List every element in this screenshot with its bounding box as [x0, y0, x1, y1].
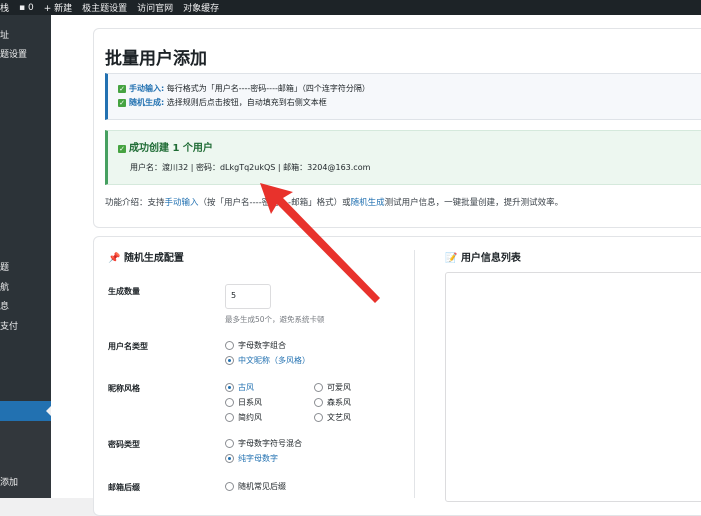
- new-link[interactable]: + 新建: [44, 1, 72, 14]
- manual-text: 每行格式为「用户名----密码----邮箱」（四个连字符分隔）: [166, 84, 370, 93]
- config-title-text: 随机生成配置: [123, 253, 184, 264]
- username-type-label: 用户名类型: [108, 342, 148, 351]
- info-box: ✓ 手动输入: 每行格式为「用户名----密码----邮箱」（四个连字符分隔） ✓…: [105, 73, 701, 120]
- manual-label: 手动输入:: [129, 84, 165, 93]
- list-title-text: 用户信息列表: [460, 253, 521, 264]
- manual-input-link[interactable]: 手动输入: [165, 198, 199, 208]
- option-label: 随机常见后缀: [238, 482, 286, 491]
- radio-icon: [225, 341, 234, 350]
- radio-username-chinese[interactable]: 中文昵称（多风格）: [225, 355, 310, 366]
- option-label: 中文昵称（多风格）: [238, 356, 310, 365]
- random-label: 随机生成:: [129, 98, 165, 107]
- radio-icon: [225, 439, 234, 448]
- password-type-label: 密码类型: [108, 440, 140, 449]
- random-text: 选择规则后点击按钮，自动填充到右侧文本框: [166, 98, 327, 107]
- user-list-textarea[interactable]: [445, 272, 701, 502]
- red-arrow-annotation: [260, 183, 380, 303]
- count-hint: 最多生成50个，避免系统卡顿: [225, 315, 325, 324]
- radio-style-forest[interactable]: 森系风: [314, 397, 351, 408]
- radio-style-simple[interactable]: 简约风: [225, 412, 262, 423]
- sidebar-item[interactable]: 题设置: [0, 47, 27, 60]
- radio-checked-icon: [225, 454, 234, 463]
- radio-style-literary[interactable]: 文艺风: [314, 412, 351, 423]
- option-label: 可爱风: [327, 383, 351, 392]
- site-name[interactable]: 栈: [0, 1, 9, 14]
- radio-icon: [225, 482, 234, 491]
- theme-settings-link[interactable]: 极主题设置: [82, 1, 127, 14]
- success-notice: ✓ 成功创建 1 个用户 用户名：渡川32 | 密码：dLkgTq2ukQS | …: [105, 130, 701, 185]
- created-user-detail: 用户名：渡川32 | 密码：dLkgTq2ukQS | 邮箱：3204@163.…: [130, 163, 371, 172]
- option-label: 日系风: [238, 398, 262, 407]
- object-cache-link[interactable]: 对象缓存: [183, 1, 219, 14]
- radio-checked-icon: [225, 356, 234, 365]
- radio-password-alnum[interactable]: 纯字母数字: [225, 453, 278, 464]
- radio-icon: [314, 398, 323, 407]
- sidebar-subitem[interactable]: 添加: [0, 475, 18, 488]
- sidebar-item[interactable]: 址: [0, 28, 9, 41]
- page-title: 批量用户添加: [105, 49, 207, 69]
- sidebar-item[interactable]: 息: [0, 299, 9, 312]
- radio-icon: [314, 383, 323, 392]
- option-label: 字母数字符号混合: [238, 439, 302, 448]
- option-label: 简约风: [238, 413, 262, 422]
- radio-style-cute[interactable]: 可爱风: [314, 382, 351, 393]
- option-label: 纯字母数字: [238, 454, 278, 463]
- check-icon: ✓: [118, 145, 126, 153]
- comment-count: 0: [27, 2, 34, 13]
- list-title: 📝 用户信息列表: [445, 249, 521, 264]
- sidebar-item[interactable]: 题: [0, 260, 9, 273]
- success-title: 成功创建 1 个用户: [129, 143, 213, 154]
- radio-checked-icon: [225, 383, 234, 392]
- radio-username-alnum[interactable]: 字母数字组合: [225, 340, 286, 351]
- radio-style-ancient[interactable]: 古风: [225, 382, 254, 393]
- divider: [414, 250, 415, 498]
- nickname-style-label: 昵称风格: [108, 384, 140, 393]
- check-icon: ✓: [118, 85, 126, 93]
- email-suffix-label: 邮箱后缀: [108, 483, 140, 492]
- admin-sidebar: 址 题设置 题 航 息 支付 添加: [0, 15, 51, 498]
- option-label: 文艺风: [327, 413, 351, 422]
- radio-style-japanese[interactable]: 日系风: [225, 397, 262, 408]
- option-label: 字母数字组合: [238, 341, 286, 350]
- radio-email-random[interactable]: 随机常见后缀: [225, 481, 286, 492]
- check-icon: ✓: [118, 99, 126, 107]
- count-label: 生成数量: [108, 287, 140, 296]
- sidebar-item[interactable]: 航: [0, 280, 9, 293]
- visit-site-link[interactable]: 访问官网: [137, 1, 173, 14]
- pin-icon: 📌: [108, 253, 121, 264]
- radio-icon: [225, 398, 234, 407]
- radio-icon: [314, 413, 323, 422]
- comments-link[interactable]: ▪ 0: [19, 3, 34, 13]
- sidebar-current-item[interactable]: [0, 401, 51, 421]
- config-title: 📌 随机生成配置: [108, 249, 184, 264]
- option-label: 森系风: [327, 398, 351, 407]
- radio-icon: [225, 413, 234, 422]
- admin-bar: 栈 ▪ 0 + 新建 极主题设置 访问官网 对象缓存: [0, 0, 701, 15]
- sidebar-item[interactable]: 支付: [0, 319, 18, 332]
- option-label: 古风: [238, 383, 254, 392]
- memo-icon: 📝: [445, 253, 458, 264]
- intro-text: 功能介绍：支持: [105, 198, 165, 208]
- radio-password-mixed[interactable]: 字母数字符号混合: [225, 438, 302, 449]
- intro-text: 测试用户信息，一键批量创建，提升测试效率。: [384, 198, 564, 208]
